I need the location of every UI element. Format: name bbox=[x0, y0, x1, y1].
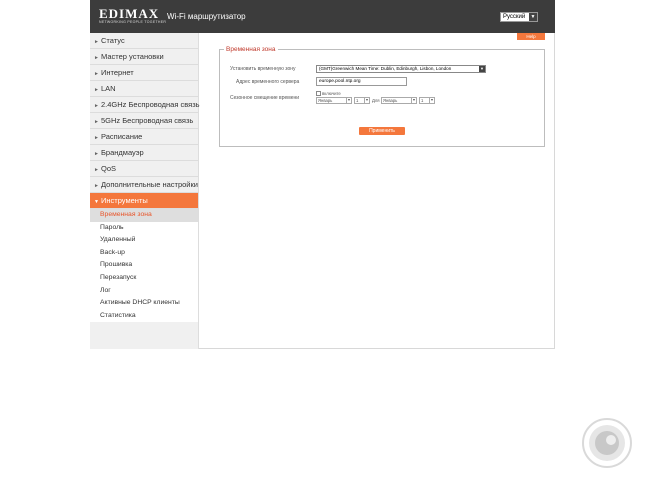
dst-from-day-select[interactable]: 1 ▼ bbox=[354, 97, 370, 104]
sidebar: ► Статус ► Мастер установки ► Интернет ► LAN… bbox=[90, 33, 200, 349]
submenu-item-password[interactable]: Пароль bbox=[90, 222, 198, 235]
arrow-right-icon: ► bbox=[94, 167, 99, 173]
dst-to-label: Для bbox=[372, 98, 380, 103]
dst-from-month-value: Январь bbox=[318, 98, 333, 103]
chevron-down-icon[interactable]: ▼ bbox=[364, 98, 369, 103]
sidebar-item-label: 2.4GHz Беспроводная связь bbox=[101, 100, 200, 109]
submenu-item-restart[interactable]: Перезапуск bbox=[90, 272, 198, 285]
sidebar-item-label: LAN bbox=[101, 84, 116, 93]
submenu-item-log[interactable]: Лог bbox=[90, 285, 198, 298]
chevron-down-icon[interactable]: ▼ bbox=[346, 98, 351, 103]
sidebar-item-setup-wizard[interactable]: ► Мастер установки bbox=[90, 49, 198, 65]
sidebar-item-firewall[interactable]: ► Брандмауэр bbox=[90, 145, 198, 161]
arrow-right-icon: ► bbox=[94, 183, 99, 189]
ntp-server-input[interactable]: europe.pool.ntp.org bbox=[316, 77, 407, 86]
sidebar-item-label: QoS bbox=[101, 164, 117, 173]
dst-checkbox[interactable] bbox=[316, 91, 321, 97]
submenu-item-backup[interactable]: Back-up bbox=[90, 247, 198, 260]
dst-from-day-value: 1 bbox=[356, 98, 359, 103]
arrow-right-icon: ► bbox=[94, 87, 99, 93]
sidebar-item-lan[interactable]: ► LAN bbox=[90, 81, 198, 97]
apply-button[interactable]: Применить bbox=[359, 127, 405, 135]
sidebar-item-advanced[interactable]: ► Дополнительные настройки bbox=[90, 177, 198, 193]
submenu-item-remote[interactable]: Удаленный bbox=[90, 234, 198, 247]
arrow-right-icon: ► bbox=[94, 103, 99, 109]
dst-to-day-value: 1 bbox=[421, 98, 424, 103]
sidebar-item-status[interactable]: ► Статус bbox=[90, 33, 198, 49]
arrow-right-icon: ► bbox=[94, 119, 99, 125]
dst-to-month-value: Январь bbox=[383, 98, 398, 103]
chevron-down-icon[interactable]: ▼ bbox=[429, 98, 434, 103]
sidebar-item-label: Дополнительные настройки bbox=[101, 180, 198, 189]
dst-to-month-select[interactable]: Январь ▼ bbox=[381, 97, 417, 104]
chevron-down-icon[interactable]: ▼ bbox=[529, 13, 537, 21]
chevron-down-icon[interactable]: ▼ bbox=[479, 66, 485, 72]
submenu-item-dhcp-clients[interactable]: Активные DHCP клиенты bbox=[90, 297, 198, 310]
sidebar-item-label: Брандмауэр bbox=[101, 148, 144, 157]
submenu-item-time-zone[interactable]: Временная зона bbox=[90, 209, 198, 222]
language-value: Русский bbox=[503, 14, 526, 20]
chevron-down-icon[interactable]: ▼ bbox=[411, 98, 416, 103]
sidebar-item-qos[interactable]: ► QoS bbox=[90, 161, 198, 177]
dst-enable: включите bbox=[316, 91, 341, 97]
sidebar-item-label: Статус bbox=[101, 36, 125, 45]
sidebar-item-label: Расписание bbox=[101, 132, 143, 141]
fieldset-legend: Временная зона bbox=[224, 46, 278, 53]
logo-text: EDIMAX bbox=[99, 6, 160, 21]
timezone-label: Установить временную зону bbox=[230, 66, 296, 72]
dst-label: Сезонное смещение времени bbox=[230, 95, 300, 101]
timezone-select[interactable]: (GMT)Greenwich Mean Time: Dublin, Edinbu… bbox=[316, 65, 486, 73]
arrow-right-icon: ► bbox=[94, 39, 99, 45]
arrow-right-icon: ► bbox=[94, 71, 99, 77]
arrow-right-icon: ► bbox=[94, 55, 99, 61]
dst-checkbox-label: включите bbox=[322, 91, 341, 96]
tools-submenu: Временная зона Пароль Удаленный Back-up … bbox=[90, 209, 198, 323]
logo-tagline: NETWORKING PEOPLE TOGETHER bbox=[99, 20, 167, 24]
dst-from-month-select[interactable]: Январь ▼ bbox=[316, 97, 352, 104]
ntp-server-label: Адрес временного сервера bbox=[236, 79, 300, 85]
submenu-item-firmware[interactable]: Прошивка bbox=[90, 259, 198, 272]
dst-to-day-select[interactable]: 1 ▼ bbox=[419, 97, 435, 104]
page-title: Wi-Fi маршрутизатор bbox=[167, 12, 246, 21]
sidebar-item-label: Интернет bbox=[101, 68, 134, 77]
arrow-right-icon: ► bbox=[94, 151, 99, 157]
timezone-value: (GMT)Greenwich Mean Time: Dublin, Edinbu… bbox=[319, 66, 452, 71]
arrow-right-icon: ► bbox=[94, 135, 99, 141]
edimax-logo: EDIMAX NETWORKING PEOPLE TOGETHER bbox=[99, 6, 167, 25]
sidebar-item-internet[interactable]: ► Интернет bbox=[90, 65, 198, 81]
language-select[interactable]: Русский ▼ bbox=[500, 12, 538, 22]
watermark-logo bbox=[582, 418, 632, 468]
sidebar-item-label: Мастер установки bbox=[101, 52, 164, 61]
sidebar-item-label: 5GHz Беспроводная связь bbox=[101, 116, 194, 125]
submenu-item-statistics[interactable]: Статистика bbox=[90, 310, 198, 323]
sidebar-item-wireless-24[interactable]: ► 2.4GHz Беспроводная связь bbox=[90, 97, 200, 113]
sidebar-item-schedule[interactable]: ► Расписание bbox=[90, 129, 198, 145]
sidebar-item-wireless-5[interactable]: ► 5GHz Беспроводная связь bbox=[90, 113, 198, 129]
sidebar-item-label: Инструменты bbox=[101, 196, 148, 205]
arrow-down-icon: ▼ bbox=[94, 199, 99, 205]
header-bar: EDIMAX NETWORKING PEOPLE TOGETHER Wi-Fi … bbox=[90, 0, 555, 33]
sidebar-item-tools[interactable]: ▼ Инструменты bbox=[90, 193, 198, 209]
help-button[interactable]: Help bbox=[517, 33, 545, 40]
